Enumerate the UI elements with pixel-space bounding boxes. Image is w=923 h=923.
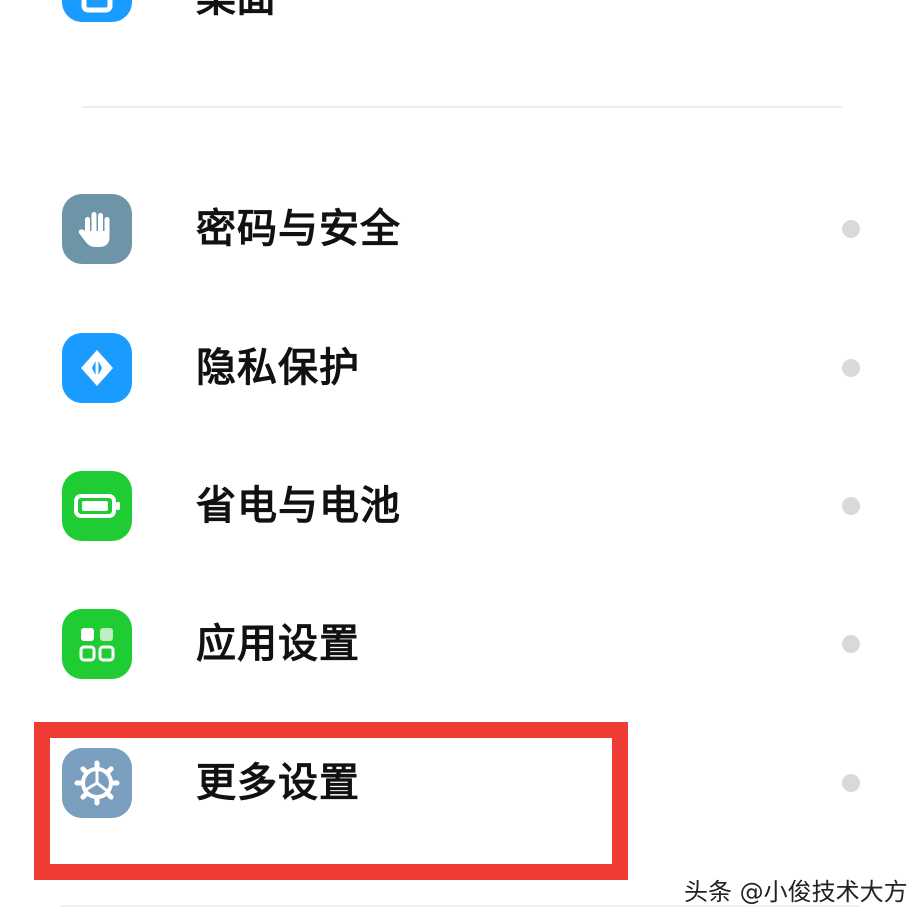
settings-item-label: 隐私保护 [196,345,360,391]
apps-grid-icon [62,609,132,679]
hand-icon [62,194,132,264]
settings-item-battery[interactable]: 省电与电池 [0,451,923,561]
battery-icon [62,471,132,541]
chevron-right-icon [842,359,860,377]
watermark: 头条 @小俊技术大方 [684,878,908,906]
settings-item-password-security[interactable]: 密码与安全 [0,174,923,284]
settings-item-label: 桌面 [196,0,276,26]
privacy-shield-icon [62,333,132,403]
settings-item-label: 省电与电池 [196,483,401,529]
desktop-icon [62,0,132,22]
settings-item-app-settings[interactable]: 应用设置 [0,589,923,699]
chevron-right-icon [842,497,860,515]
chevron-right-icon [842,220,860,238]
section-divider [82,106,842,108]
settings-item-privacy[interactable]: 隐私保护 [0,313,923,423]
highlight-box [34,722,628,880]
chevron-right-icon [842,774,860,792]
settings-item-label: 应用设置 [196,621,360,667]
chevron-right-icon [842,635,860,653]
settings-item-label: 密码与安全 [196,206,401,252]
settings-screen: 桌面 密码与安全 隐私保护 [0,0,923,923]
